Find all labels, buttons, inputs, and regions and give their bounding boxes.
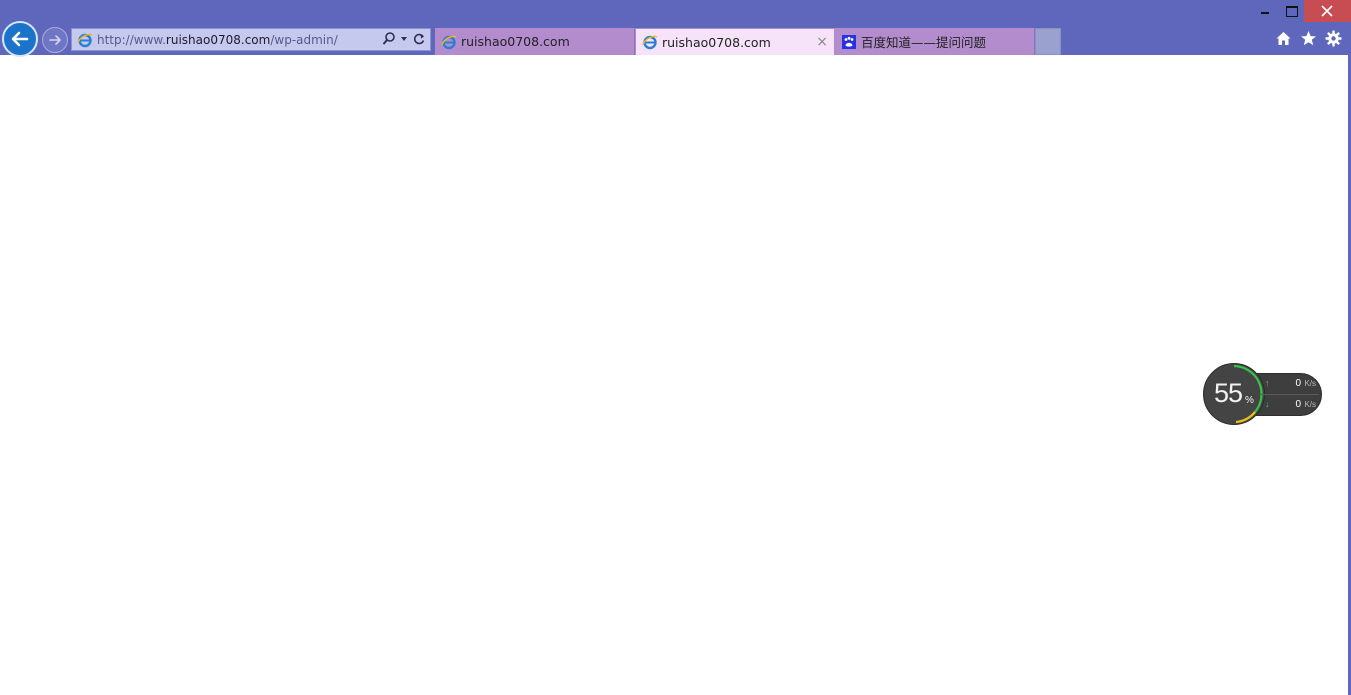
- tab-label: 百度知道——提问问题: [861, 35, 987, 50]
- tab-baidu-zhidao[interactable]: 百度知道——提问问题: [835, 28, 1035, 55]
- address-url: http://www.ruishao0708.com/wp-admin/: [97, 33, 338, 47]
- gear-icon[interactable]: [1325, 30, 1342, 47]
- tab-label: ruishao0708.com: [662, 34, 771, 50]
- close-icon: [1321, 5, 1333, 17]
- star-icon[interactable]: [1300, 30, 1317, 47]
- home-icon[interactable]: [1275, 30, 1292, 47]
- forward-button[interactable]: [42, 27, 68, 53]
- browser-window: http://www.ruishao0708.com/wp-admin/ rui…: [0, 0, 1351, 695]
- search-icon[interactable]: [382, 31, 396, 51]
- ie-icon: [642, 34, 658, 50]
- usage-dial: 55 %: [1203, 363, 1265, 425]
- tab-ruishao-1[interactable]: ruishao0708.com: [435, 28, 635, 55]
- title-bar: http://www.ruishao0708.com/wp-admin/ rui…: [0, 0, 1351, 57]
- close-button[interactable]: [1304, 0, 1351, 22]
- dropdown-chevron-icon[interactable]: [400, 31, 408, 51]
- baidu-paw-icon: [841, 34, 857, 50]
- download-arrow-icon: ↓: [1265, 399, 1270, 409]
- download-speed-value: 0: [1295, 399, 1301, 410]
- url-path: /wp-admin/: [270, 32, 338, 47]
- upload-arrow-icon: ↑: [1265, 378, 1270, 388]
- back-button[interactable]: [2, 21, 38, 57]
- forward-arrow-icon: [49, 35, 61, 45]
- url-prefix: http://www.: [97, 32, 166, 47]
- url-domain: ruishao0708.com: [165, 32, 271, 47]
- address-tools: [382, 31, 426, 51]
- network-speed-widget[interactable]: 55 % ↑ 0 K/s ↓ 0 K/s: [1203, 363, 1323, 425]
- ie-icon: [441, 34, 457, 50]
- usage-percent-value: 55: [1214, 378, 1243, 408]
- download-speed-unit: K/s: [1304, 400, 1316, 409]
- download-speed-row: ↓ 0 K/s: [1263, 398, 1318, 414]
- address-bar[interactable]: http://www.ruishao0708.com/wp-admin/: [71, 28, 431, 51]
- tab-label: ruishao0708.com: [461, 34, 570, 49]
- refresh-icon[interactable]: [412, 31, 426, 51]
- upload-speed-row: ↑ 0 K/s: [1263, 377, 1318, 393]
- tab-ruishao-active[interactable]: ruishao0708.com ×: [635, 28, 835, 55]
- speed-divider: [1261, 394, 1319, 395]
- upload-speed-value: 0: [1295, 378, 1301, 389]
- new-tab-button[interactable]: [1035, 28, 1061, 55]
- minimize-button[interactable]: [1252, 0, 1278, 22]
- upload-speed-unit: K/s: [1304, 379, 1316, 388]
- tab-close-icon[interactable]: ×: [816, 34, 828, 50]
- back-arrow-icon: [11, 31, 29, 47]
- usage-percent-symbol: %: [1245, 395, 1254, 406]
- window-caption-buttons: [1252, 0, 1351, 22]
- ie-icon: [77, 32, 93, 48]
- browser-toolbar: [1275, 30, 1342, 47]
- maximize-button[interactable]: [1278, 0, 1304, 22]
